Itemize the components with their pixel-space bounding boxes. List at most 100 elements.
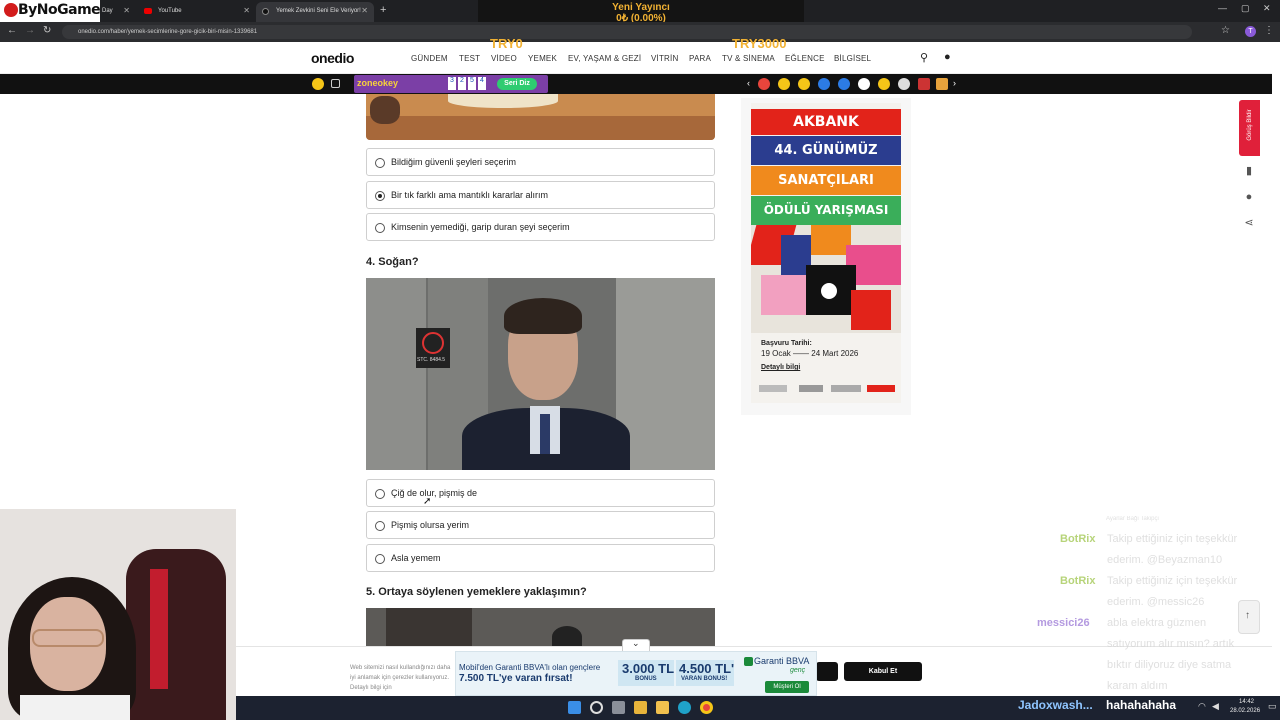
nav-gundem[interactable]: GÜNDEM (411, 54, 448, 63)
ad-band: SANATÇILARI (751, 166, 901, 195)
task-view-icon[interactable] (612, 701, 625, 714)
nav-tv-sinema[interactable]: TV & SİNEMA (722, 54, 775, 63)
notification-icon[interactable]: ▭ (1268, 701, 1277, 712)
emoji-icon[interactable] (312, 78, 324, 90)
chevron-left-icon[interactable]: ‹ (747, 78, 750, 88)
tab-onedio[interactable]: Yemek Zevkini Seni Ele Veriyor! ✕ (256, 2, 374, 22)
share-icon[interactable]: ⋖ (1242, 216, 1256, 230)
games-icon[interactable] (331, 79, 340, 88)
nav-bilgisel[interactable]: BİLGİSEL (834, 54, 871, 63)
ad-details-link[interactable]: Detaylı bilgi (761, 364, 800, 371)
akbank-ad[interactable]: AKBANK 44. GÜNÜMÜZ SANATÇILARI ÖDÜLÜ YAR… (751, 103, 901, 403)
radio-button[interactable] (375, 158, 385, 168)
q3-option-2[interactable]: Bir tık farklı ama mantıklı kararlar alı… (366, 181, 715, 209)
onedio-favicon-icon (262, 8, 269, 15)
menu-icon[interactable]: ⋮ (1264, 25, 1274, 36)
q3-option-1[interactable]: Bildiğim güvenli şeyleri seçerim (366, 148, 715, 176)
radio-button[interactable] (375, 554, 385, 564)
chrome-icon[interactable] (700, 701, 713, 714)
nav-video[interactable]: VİDEO (491, 54, 517, 63)
stream-logo: ByNoGame (0, 0, 101, 22)
ad-sponsor-logos (759, 385, 895, 393)
option-label: Bildiğim güvenli şeyleri seçerim (391, 157, 517, 167)
bonus-amount: 4.500 TL' (679, 661, 735, 676)
q4-option-1[interactable]: Çiğ de olur, pişmiş de (366, 479, 715, 507)
clock-date[interactable]: 28.02.2026 (1230, 708, 1260, 714)
radio-button[interactable] (375, 223, 385, 233)
chevron-right-icon[interactable]: › (953, 78, 956, 88)
clock-time[interactable]: 14:42 (1239, 699, 1254, 705)
reload-icon[interactable]: ↻ (43, 25, 51, 36)
streamer-glasses (32, 629, 104, 647)
file-explorer-icon[interactable] (656, 701, 669, 714)
profile-avatar[interactable]: T (1245, 26, 1256, 37)
kabul-partial-button[interactable] (816, 662, 838, 681)
emoji-icon[interactable] (898, 78, 910, 90)
emoji-icon[interactable] (798, 78, 810, 90)
garanti-brand-sub: genç (790, 667, 806, 674)
url-field[interactable]: onedio.com/haber/yemek-secimlerine-gore-… (62, 25, 1192, 39)
comment-icon[interactable]: ● (1242, 190, 1256, 204)
nav-para[interactable]: PARA (689, 54, 711, 63)
start-icon[interactable] (568, 701, 581, 714)
emoji-icon[interactable] (838, 78, 850, 90)
emoji-icon[interactable] (778, 78, 790, 90)
user-icon[interactable]: ● (944, 51, 951, 63)
tab-youtube[interactable]: YouTube ✕ (138, 2, 256, 22)
emoji-icon[interactable] (758, 78, 770, 90)
maximize-icon[interactable]: ▢ (1241, 3, 1250, 14)
q4-option-3[interactable]: Asla yemem (366, 544, 715, 572)
close-icon[interactable]: ✕ (243, 2, 250, 20)
nav-test[interactable]: TEST (459, 54, 480, 63)
chat-message: karam aldım (1107, 680, 1168, 692)
back-icon[interactable]: ← (7, 25, 17, 36)
volume-icon[interactable]: ◀ (1212, 701, 1219, 712)
akbank-logo (867, 385, 895, 392)
search-icon[interactable] (590, 701, 603, 714)
emoji-icon[interactable] (818, 78, 830, 90)
close-icon[interactable]: ✕ (361, 2, 368, 20)
taskbar: Jadoxwash... hahahahaha ◠ ◀ 14:42 28.02.… (236, 696, 1280, 720)
star-icon[interactable]: ☆ (1221, 25, 1230, 36)
forward-icon[interactable]: → (25, 25, 35, 36)
seri-diz-button[interactable]: Seri Diz (497, 78, 537, 90)
garanti-logo-icon (744, 657, 753, 666)
tab-day[interactable]: Day ✕ (100, 2, 136, 22)
emoji-icon[interactable] (936, 78, 948, 90)
radio-button[interactable] (375, 521, 385, 531)
emoji-icon[interactable] (918, 78, 930, 90)
q3-image (366, 94, 715, 140)
stream-logo-text: ByNoGame (18, 2, 101, 18)
bottom-chat-msg: hahahahaha (1106, 698, 1177, 712)
edge-icon[interactable] (678, 701, 691, 714)
radio-button-selected[interactable] (375, 191, 385, 201)
onedio-logo[interactable]: onedio (311, 50, 354, 66)
chair-accent (150, 569, 168, 689)
emoji-icon[interactable] (858, 78, 870, 90)
zoneokey-banner[interactable]: zoneokey 3 2 5 4 Seri Diz (354, 75, 548, 93)
cartoon-hand (370, 96, 400, 124)
minimize-icon[interactable]: — (1218, 3, 1227, 13)
collapse-tab[interactable]: ⌄ (622, 638, 650, 651)
close-window-icon[interactable]: ✕ (1263, 3, 1271, 14)
new-tab-icon[interactable]: + (380, 4, 386, 16)
wifi-icon[interactable]: ◠ (1198, 701, 1206, 712)
q4-option-2[interactable]: Pişmiş olursa yerim (366, 511, 715, 539)
radio-button[interactable] (375, 489, 385, 499)
accept-button[interactable]: Kabul Et (844, 662, 922, 681)
garanti-banner[interactable]: ⌄ Mobil'den Garanti BBVA'lı olan gençler… (455, 638, 817, 696)
feedback-tab[interactable]: Görüş Bildir (1239, 100, 1260, 156)
close-icon[interactable]: ✕ (123, 2, 130, 20)
chat-username: messici26 (1037, 617, 1090, 629)
widgets-icon[interactable] (634, 701, 647, 714)
nav-ev-yasam[interactable]: EV, YAŞAM & GEZİ (568, 54, 641, 63)
nav-eglence[interactable]: EĞLENCE (785, 54, 825, 63)
musteri-ol-button[interactable]: Müşteri Ol (765, 681, 809, 693)
garanti-brand: Garanti BBVA (754, 656, 810, 666)
search-icon[interactable]: ⚲ (920, 51, 928, 64)
nav-yemek[interactable]: YEMEK (528, 54, 557, 63)
bookmark-icon[interactable]: ▮ (1242, 164, 1256, 178)
emoji-icon[interactable] (878, 78, 890, 90)
nav-vitrin[interactable]: VİTRİN (651, 54, 678, 63)
q3-option-3[interactable]: Kimsenin yemediği, garip duran şeyi seçe… (366, 213, 715, 241)
